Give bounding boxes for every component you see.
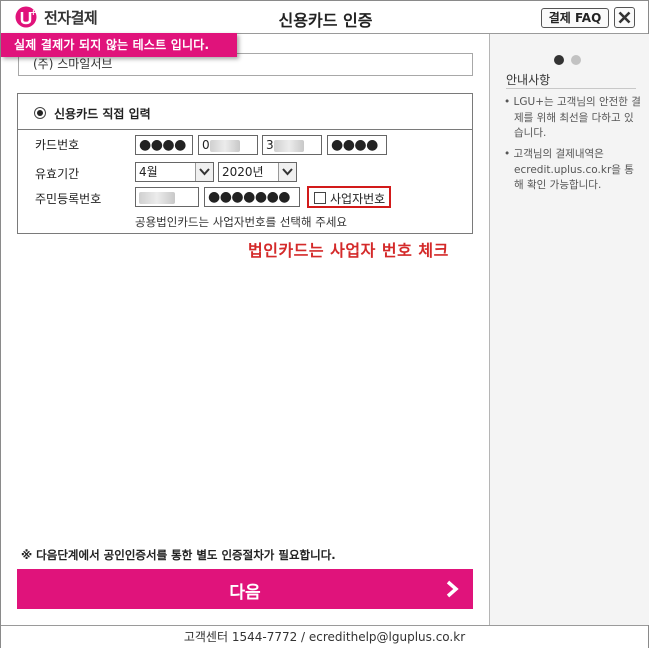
info-sidebar: 안내사항 • LGU+는 고객님의 안전한 결제를 위해 최선을 다하고 있습니… (489, 34, 649, 625)
card-number-input-4[interactable]: ●●●● (327, 135, 387, 155)
divider (506, 88, 636, 89)
slide-dot-2[interactable] (571, 55, 581, 65)
slide-dot-1[interactable] (554, 55, 564, 65)
corporate-card-note: 법인카드는 사업자 번호 체크 (248, 241, 449, 260)
business-number-label: 사업자번호 (330, 192, 386, 206)
business-number-checkbox[interactable] (314, 192, 326, 204)
payment-window: + 전자결제 신용카드 인증 결제 FAQ 실제 결제가 되지 않는 테스트 입… (0, 0, 649, 648)
next-button[interactable]: 다음 (17, 569, 473, 609)
test-mode-banner: 실제 결제가 되지 않는 테스트 입니다. (1, 33, 237, 57)
close-icon (618, 11, 631, 24)
faq-button[interactable]: 결제 FAQ (541, 8, 609, 28)
rrn-label: 주민등록번호 (35, 192, 102, 206)
svg-text:+: + (30, 8, 37, 17)
expiry-year-select[interactable]: 2020년 (218, 162, 297, 182)
notice-item: • LGU+는 고객님의 안전한 결제를 위해 최선을 다하고 있습니다. (504, 96, 641, 139)
rrn-front-input[interactable] (135, 187, 199, 207)
business-number-option[interactable]: 사업자번호 (307, 186, 391, 208)
lguplus-logo-icon: + (15, 6, 37, 28)
card-number-input-3[interactable]: 3 (262, 135, 322, 155)
close-button[interactable] (614, 7, 635, 28)
direct-input-option: 신용카드 직접 입력 (18, 94, 472, 130)
rrn-back-input[interactable]: ●●●●●●● (204, 187, 300, 207)
masked-digits (209, 139, 240, 152)
card-number-input-2[interactable]: 0 (198, 135, 258, 155)
header-bar: + 전자결제 신용카드 인증 결제 FAQ (1, 1, 648, 34)
chevron-down-icon (282, 168, 293, 176)
masked-digits (139, 191, 175, 204)
card-number-label: 카드번호 (35, 138, 80, 152)
chevron-down-icon (199, 168, 210, 176)
notice-title: 안내사항 (506, 73, 551, 87)
corporate-card-hint: 공용법인카드는 사업자번호를 선택해 주세요 (135, 215, 347, 229)
expiry-label: 유효기간 (35, 167, 80, 181)
footer-contact: 고객센터 1544-7772 / ecredithelp@lguplus.co.… (1, 625, 648, 648)
expiry-month-select[interactable]: 4월 (135, 162, 214, 182)
logo-text: 전자결제 (44, 9, 98, 27)
chevron-right-icon (446, 580, 459, 598)
direct-input-radio[interactable] (34, 107, 46, 119)
card-number-input-1[interactable]: ●●●● (135, 135, 193, 155)
direct-input-label: 신용카드 직접 입력 (54, 107, 151, 121)
masked-digits (273, 139, 304, 152)
slide-indicator (554, 50, 588, 69)
notice-item: • 고객님의 결제내역은 ecredit.uplus.co.kr을 통해 확인 … (504, 148, 634, 191)
auth-notice: ※ 다음단계에서 공인인증서를 통한 별도 인증절차가 필요합니다. (21, 548, 336, 562)
card-form: 신용카드 직접 입력 카드번호 ●●●● 0 3 ●●●● 유효기간 4월 20… (17, 93, 473, 234)
next-button-label: 다음 (229, 583, 261, 603)
